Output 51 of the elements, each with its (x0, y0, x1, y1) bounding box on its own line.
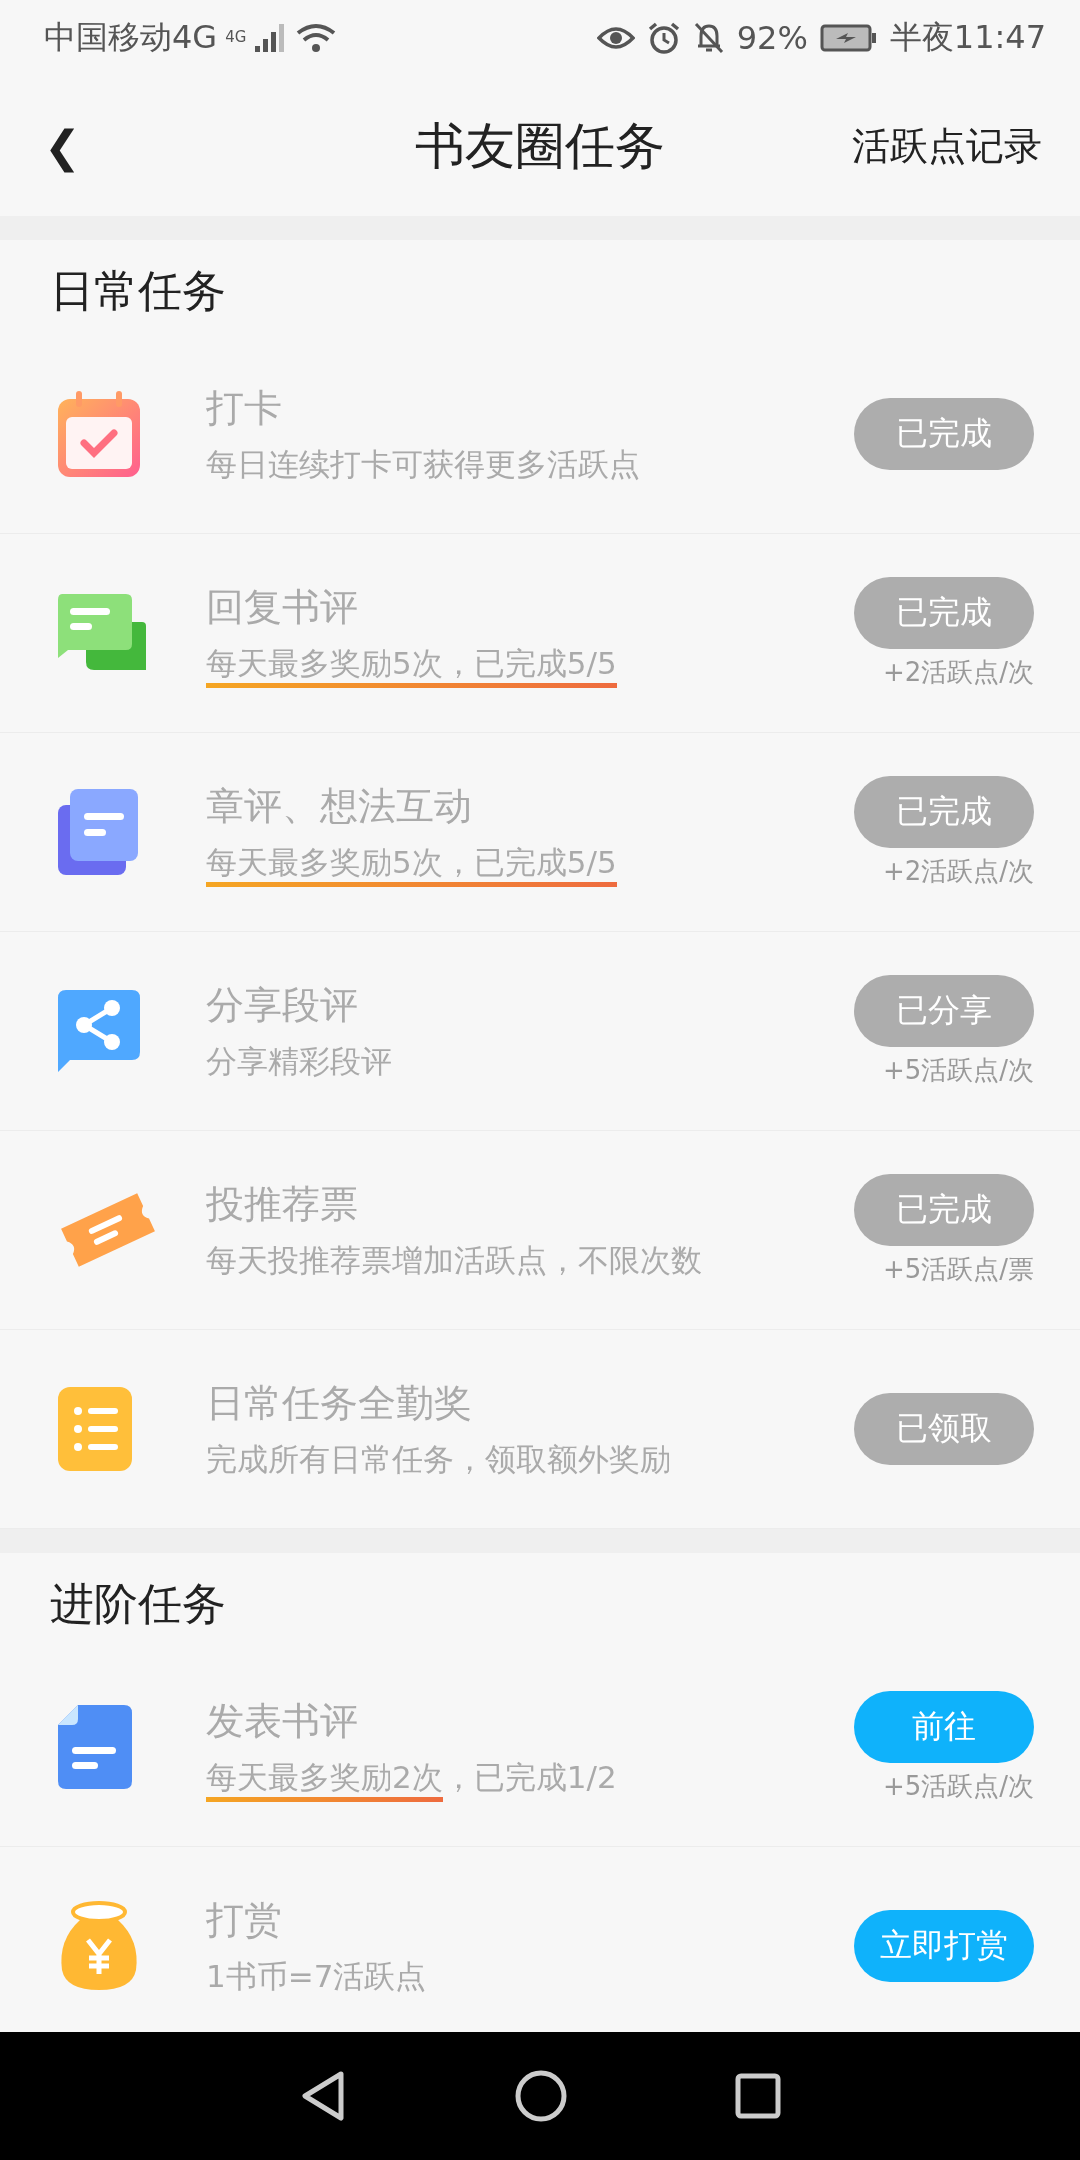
task-title: 发表书评 (206, 1697, 359, 1745)
task-title: 投推荐票 (206, 1180, 359, 1228)
task-button[interactable]: 立即打赏 (854, 1910, 1034, 1982)
task-description: 每天最多奖励5次，已完成5/5 (206, 841, 854, 884)
carrier-label: 中国移动4G (44, 17, 218, 58)
task-button[interactable]: 已完成 (854, 576, 1034, 649)
task-button[interactable]: 已完成 (854, 398, 1034, 470)
task-button[interactable]: 已领取 (854, 1393, 1034, 1465)
wifi-icon (296, 22, 337, 54)
task-description: 每天最多奖励5次，已完成5/5 (206, 642, 854, 685)
page-title: 书友圈任务 (415, 115, 665, 177)
battery-percent: 92% (736, 19, 808, 57)
task-title: 打卡 (206, 384, 283, 432)
reward-label: +5活跃点/次 (882, 1769, 1034, 1803)
activity-log-link[interactable]: 活跃点记录 (852, 120, 1042, 172)
task-title: 日常任务全勤奖 (206, 1379, 473, 1427)
back-button[interactable]: ❮ (44, 120, 81, 172)
home-nav-icon[interactable] (515, 2070, 567, 2122)
task-description: 每天投推荐票增加活跃点，不限次数 (206, 1240, 703, 1280)
task-description: 每天最多奖励2次，已完成1/2 (206, 1756, 854, 1799)
battery-icon (819, 24, 878, 52)
task-button[interactable]: 已分享 (854, 974, 1034, 1047)
recents-nav-icon[interactable] (735, 2073, 781, 2119)
task-title: 分享段评 (206, 981, 359, 1029)
share-icon (56, 988, 142, 1074)
document-icon (56, 1703, 134, 1791)
eye-icon (596, 24, 635, 52)
section-title: 日常任务 (49, 264, 227, 318)
alarm-icon (646, 21, 681, 55)
reward-label: +5活跃点/票 (882, 1252, 1034, 1286)
documents-icon (56, 787, 140, 877)
task-button[interactable]: 已完成 (854, 775, 1034, 848)
task-title: 打赏 (206, 1896, 283, 1944)
task-description: 1书币=7活跃点 (206, 1956, 428, 1996)
task-button[interactable]: 已完成 (854, 1173, 1034, 1246)
clock-time: 半夜11:47 (889, 17, 1046, 58)
task-button[interactable]: 前往 (854, 1690, 1034, 1763)
list-icon (56, 1385, 134, 1473)
back-nav-icon[interactable] (299, 2070, 347, 2122)
task-description: 完成所有日常任务，领取额外奖励 (206, 1439, 672, 1479)
reward-label: +2活跃点/次 (882, 854, 1034, 888)
muted-bell-icon (692, 21, 725, 55)
task-title: 回复书评 (206, 583, 359, 631)
task-description: 每日连续打卡可获得更多活跃点 (206, 444, 641, 484)
reward-label: +5活跃点/次 (882, 1053, 1034, 1087)
task-title: 章评、想法互动 (206, 782, 473, 830)
task-description: 分享精彩段评 (206, 1041, 393, 1081)
reward-label: +2活跃点/次 (882, 655, 1034, 689)
network-type-label: 4G (225, 28, 247, 46)
calendar-icon (56, 389, 142, 479)
section-title: 进阶任务 (49, 1577, 227, 1631)
